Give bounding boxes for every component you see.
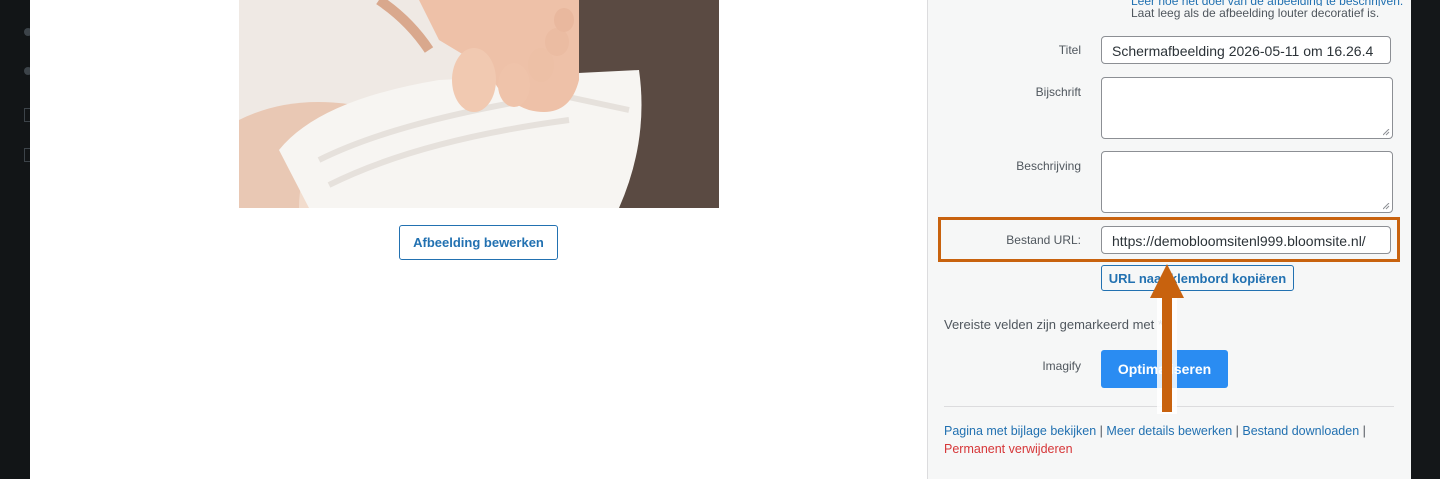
imagify-label: Imagify: [1042, 359, 1081, 373]
alt-text-help: Leer hoe het doel van de afbeelding te b…: [1131, 0, 1411, 21]
admin-backdrop-right: [1410, 0, 1440, 479]
edit-more-details-link[interactable]: Meer details bewerken: [1106, 424, 1232, 438]
description-field[interactable]: [1101, 151, 1393, 213]
attachment-preview-image: [239, 0, 719, 208]
separator: |: [1099, 424, 1103, 438]
caption-field[interactable]: [1101, 77, 1393, 139]
view-attachment-page-link[interactable]: Pagina met bijlage bekijken: [944, 424, 1096, 438]
title-label: Titel: [1058, 43, 1081, 57]
arrow-up-icon: [1150, 264, 1184, 414]
separator: |: [1235, 424, 1239, 438]
caption-label: Bijschrift: [1035, 85, 1081, 99]
file-url-highlight-annotation: [938, 217, 1400, 262]
alt-text-help-note: Laat leeg als de afbeelding louter decor…: [1131, 6, 1380, 20]
edit-image-button[interactable]: Afbeelding bewerken: [399, 225, 558, 260]
required-fields-note: Vereiste velden zijn gemarkeerd met *: [944, 317, 1163, 332]
title-field[interactable]: Schermafbeelding 2026-05-11 om 16.26.4: [1101, 36, 1391, 64]
attachment-actions: Pagina met bijlage bekijken | Meer detai…: [944, 422, 1394, 458]
download-file-link[interactable]: Bestand downloaden: [1242, 424, 1359, 438]
copy-url-button[interactable]: URL naar klembord kopiëren: [1101, 265, 1294, 291]
resize-grip-icon[interactable]: [1383, 203, 1390, 210]
delete-permanently-link[interactable]: Permanent verwijderen: [944, 442, 1073, 456]
separator: |: [1362, 424, 1366, 438]
description-label: Beschrijving: [1016, 159, 1081, 173]
admin-backdrop: [0, 0, 36, 479]
resize-grip-icon[interactable]: [1383, 129, 1390, 136]
